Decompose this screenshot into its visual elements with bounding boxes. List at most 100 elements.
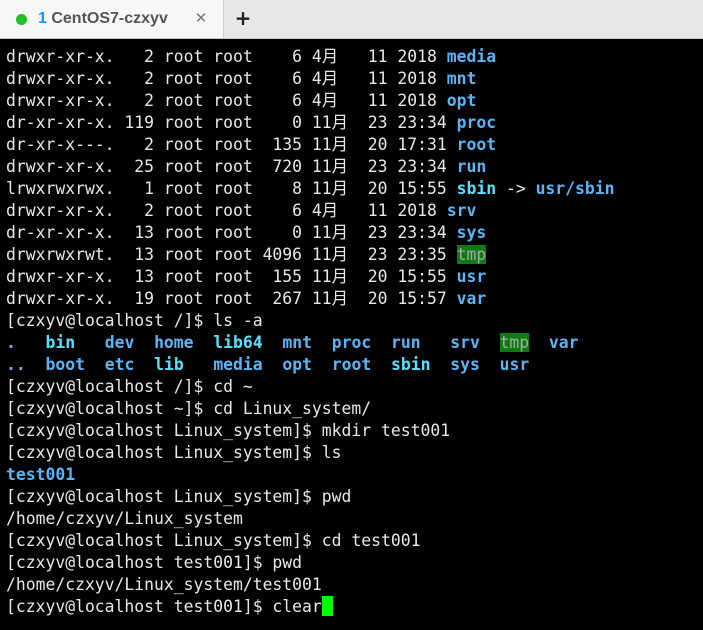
terminal-line: [czxyv@localhost Linux_system]$ ls [6, 442, 703, 464]
terminal-line: drwxr-xr-x. 13 root root 155 11月 20 15:5… [6, 266, 703, 288]
file-name: bin [45, 333, 76, 352]
file-name: etc [104, 355, 135, 374]
file-name: mnt [446, 69, 477, 88]
terminal-text: [czxyv@localhost /]$ cd ~ [6, 377, 253, 396]
file-name: lib64 [213, 333, 263, 352]
file-name: . [6, 333, 16, 352]
terminal-text: drwxr-xr-x. 2 root root 6 4月 11 2018 [6, 91, 447, 110]
new-tab-button[interactable]: + [232, 7, 254, 29]
terminal-line: drwxr-xr-x. 2 root root 6 4月 11 2018 srv [6, 200, 703, 222]
terminal-text: drwxr-xr-x. 2 root root 6 4月 11 2018 [6, 201, 447, 220]
terminal-text: /home/czxyv/Linux_system [6, 509, 243, 528]
tab-session[interactable]: 1 CentOS7-czxyv ✕ [0, 0, 224, 38]
file-name: sbin [456, 179, 497, 198]
file-name: boot [45, 355, 85, 374]
terminal-line: [czxyv@localhost test001]$ pwd [6, 552, 703, 574]
terminal-line: drwxr-xr-x. 2 root root 6 4月 11 2018 mnt [6, 68, 703, 90]
terminal-line: [czxyv@localhost test001]$ clear [6, 596, 703, 618]
terminal-text: /home/czxyv/Linux_system/test001 [6, 575, 322, 594]
file-name: sys [456, 223, 487, 242]
file-name: mnt [282, 333, 312, 352]
file-name: root [456, 135, 497, 154]
terminal-text: drwxr-xr-x. 25 root root 720 11月 23 23:3… [6, 157, 457, 176]
terminal-line: drwxr-xr-x. 2 root root 6 4月 11 2018 opt [6, 90, 703, 112]
terminal-text: [czxyv@localhost /]$ ls -a [6, 311, 263, 330]
file-name: usr [499, 355, 530, 374]
terminal-text: [czxyv@localhost Linux_system]$ pwd [6, 487, 352, 506]
terminal-line: /home/czxyv/Linux_system [6, 508, 703, 530]
terminal-text: drwxr-xr-x. 2 root root 6 4月 11 2018 [6, 47, 447, 66]
terminal-line: dr-xr-xr-x. 13 root root 0 11月 23 23:34 … [6, 222, 703, 244]
cursor [321, 596, 333, 616]
tab-title: CentOS7-czxyv [46, 10, 168, 27]
terminal-text: [czxyv@localhost Linux_system]$ mkdir te… [6, 421, 451, 440]
file-name: media [446, 47, 497, 66]
file-name: test001 [6, 465, 76, 484]
terminal-text: drwxr-xr-x. 19 root root 267 11月 20 15:5… [6, 289, 457, 308]
terminal-line: [czxyv@localhost /]$ cd ~ [6, 376, 703, 398]
file-name: sbin [391, 355, 431, 374]
terminal-line: . bin dev home lib64 mnt proc run srv tm… [6, 332, 703, 354]
terminal-text: dr-xr-xr-x. 119 root root 0 11月 23 23:34 [6, 113, 457, 132]
terminal-text: [czxyv@localhost Linux_system]$ cd test0… [6, 531, 421, 550]
terminal-line: dr-xr-xr-x. 119 root root 0 11月 23 23:34… [6, 112, 703, 134]
file-name: srv [450, 333, 480, 352]
file-name: proc [456, 113, 497, 132]
terminal-line: [czxyv@localhost Linux_system]$ pwd [6, 486, 703, 508]
file-name: opt [446, 91, 477, 110]
terminal-line: test001 [6, 464, 703, 486]
file-name: media [213, 355, 263, 374]
terminal-text: [czxyv@localhost Linux_system]$ ls [6, 443, 342, 462]
terminal-line: [czxyv@localhost Linux_system]$ mkdir te… [6, 420, 703, 442]
terminal-text: -> [496, 179, 536, 198]
connection-status-icon [16, 13, 27, 25]
close-icon[interactable]: ✕ [191, 8, 211, 28]
tab-number: 1 [38, 10, 47, 27]
file-name: tmp [499, 333, 530, 352]
terminal-text: [czxyv@localhost test001]$ clear [6, 597, 322, 616]
file-name: var [548, 333, 579, 352]
terminal-text: drwxrwxrwt. 13 root root 4096 11月 23 23:… [6, 245, 457, 264]
terminal-line: [czxyv@localhost /]$ ls -a [6, 310, 703, 332]
terminal-line: drwxr-xr-x. 2 root root 6 4月 11 2018 med… [6, 46, 703, 68]
terminal-text: lrwxrwxrwx. 1 root root 8 11月 20 15:55 [6, 179, 457, 198]
terminal-line: drwxr-xr-x. 25 root root 720 11月 23 23:3… [6, 156, 703, 178]
file-name: run [456, 157, 487, 176]
terminal-line: drwxrwxrwt. 13 root root 4096 11月 23 23:… [6, 244, 703, 266]
terminal-text: [czxyv@localhost test001]$ pwd [6, 553, 303, 572]
file-name: root [331, 355, 372, 374]
file-name: home [154, 333, 194, 352]
file-name: lib [154, 355, 184, 374]
terminal-text: [czxyv@localhost ~]$ cd Linux_system/ [6, 399, 372, 418]
terminal-line: /home/czxyv/Linux_system/test001 [6, 574, 703, 596]
terminal-output[interactable]: drwxr-xr-x. 2 root root 6 4月 11 2018 med… [0, 46, 703, 630]
terminal-text: dr-xr-xr-x. 13 root root 0 11月 23 23:34 [6, 223, 457, 242]
terminal-line: [czxyv@localhost Linux_system]$ cd test0… [6, 530, 703, 552]
file-name: usr [456, 267, 487, 286]
terminal-text: drwxr-xr-x. 2 root root 6 4月 11 2018 [6, 69, 447, 88]
terminal-line: drwxr-xr-x. 19 root root 267 11月 20 15:5… [6, 288, 703, 310]
file-name: opt [282, 355, 313, 374]
file-name: dev [104, 333, 135, 352]
file-name: run [390, 333, 421, 352]
terminal-line: [czxyv@localhost ~]$ cd Linux_system/ [6, 398, 703, 420]
terminal-line: lrwxrwxrwx. 1 root root 8 11月 20 15:55 s… [6, 178, 703, 200]
file-name: usr/sbin [535, 179, 615, 198]
terminal-line: .. boot etc lib media opt root sbin sys … [6, 354, 703, 376]
